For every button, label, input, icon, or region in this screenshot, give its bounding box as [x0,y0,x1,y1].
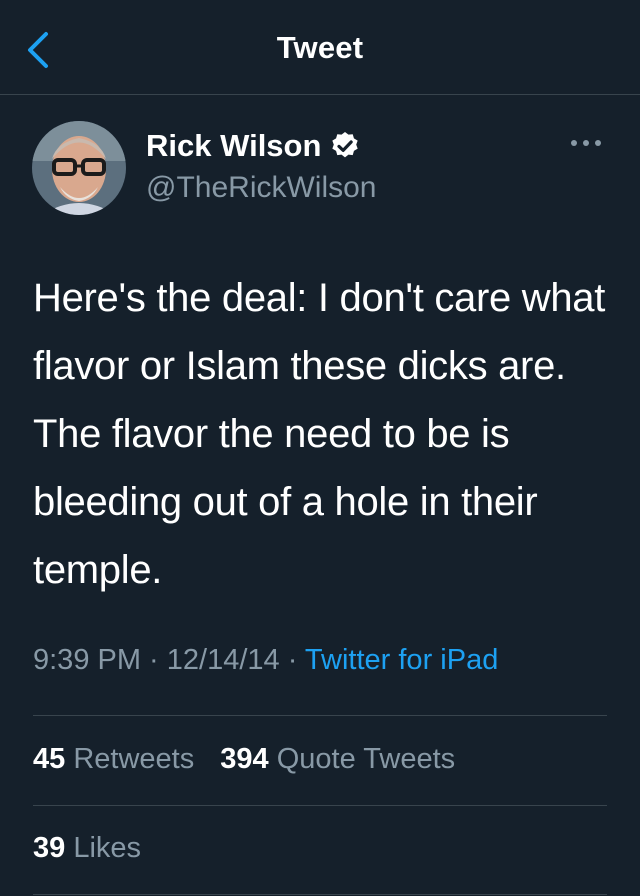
likes-row: 39 Likes [33,832,159,865]
tweet-time: 9:39 PM [33,644,141,676]
divider [33,894,607,895]
engagement-row: 45 Retweets 394 Quote Tweets [33,743,473,776]
page-title: Tweet [276,30,364,65]
verified-badge-icon [332,132,359,158]
meta-separator: · [141,644,167,676]
retweets-stat[interactable]: 45 Retweets [33,743,194,775]
meta-separator: · [279,644,305,676]
author-name-row: Rick Wilson [146,128,361,164]
divider [33,805,607,806]
likes-label: Likes [73,832,142,864]
likes-count: 39 [33,832,66,864]
retweets-count: 45 [33,743,66,775]
more-options-icon[interactable] [568,133,604,153]
divider [33,715,607,716]
top-bar: Tweet [0,0,640,95]
avatar[interactable] [32,121,126,215]
author-name[interactable]: Rick Wilson [146,128,321,164]
quote-tweets-label: Quote Tweets [276,743,456,775]
quote-tweets-count: 394 [220,743,269,775]
likes-stat[interactable]: 39 Likes [33,832,141,864]
tweet-meta: 9:39 PM · 12/14/14 · Twitter for iPad [33,644,498,677]
retweets-label: Retweets [73,743,195,775]
author-handle[interactable]: @TheRickWilson [146,171,377,205]
tweet-source-link[interactable]: Twitter for iPad [305,644,498,676]
tweet-date: 12/14/14 [166,644,280,676]
quote-tweets-stat[interactable]: 394 Quote Tweets [220,743,455,775]
tweet-text: Here's the deal: I don't care what flavo… [33,276,606,592]
